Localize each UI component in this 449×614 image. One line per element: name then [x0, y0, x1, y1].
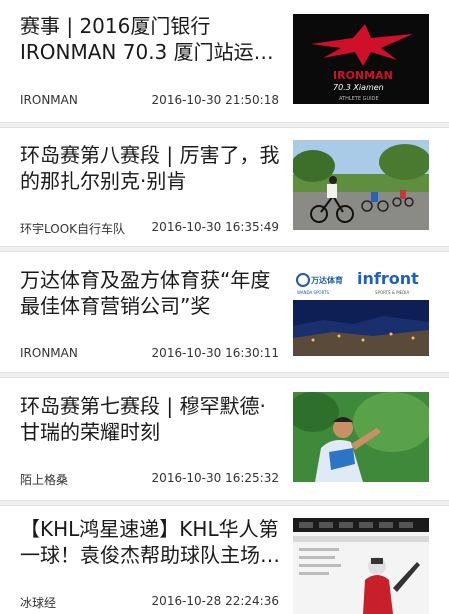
- thumb-text: 70.3 Xiamen: [333, 83, 384, 92]
- thumb-text: 万达体育: [310, 275, 343, 285]
- thumb-text: WANDA SPORTS: [297, 290, 330, 295]
- article-thumbnail[interactable]: 万达体育 WANDA SPORTS infront SPORTS & MEDIA: [293, 266, 429, 356]
- cyclists-photo-icon: [293, 140, 429, 230]
- thumb-text: ATHLETE GUIDE: [339, 96, 379, 102]
- article-title[interactable]: 【KHL鸿星速递】KHL华人第一球！袁俊杰帮助球队主场…: [20, 516, 282, 568]
- news-feed: 赛事 | 2016厦门银行IRONMAN 70.3 厦门站运动… IRONMAN…: [0, 0, 449, 614]
- article-source: 陌上格桑: [20, 473, 69, 487]
- article-time: 2016-10-30 16:25:32: [151, 471, 279, 485]
- article-thumbnail[interactable]: [293, 140, 429, 230]
- article-item[interactable]: 【KHL鸿星速递】KHL华人第一球！袁俊杰帮助球队主场… 冰球经 2016-10…: [0, 506, 449, 614]
- hockey-player-photo-icon: [293, 518, 429, 614]
- thumb-text: IRONMAN: [333, 69, 393, 82]
- article-time: 2016-10-30 21:50:18: [151, 93, 279, 107]
- article-item[interactable]: 环岛赛第七赛段 | 穆罕默德·甘瑞的荣耀时刻 陌上格桑 2016-10-30 1…: [0, 378, 449, 500]
- article-source: IRONMAN: [20, 346, 78, 360]
- article-item[interactable]: 环岛赛第八赛段 | 厉害了，我的那扎尔别克·别肯 环宇LOOK自行车队 2016…: [0, 128, 449, 246]
- article-item[interactable]: 赛事 | 2016厦门银行IRONMAN 70.3 厦门站运动… IRONMAN…: [0, 0, 449, 122]
- article-title[interactable]: 环岛赛第七赛段 | 穆罕默德·甘瑞的荣耀时刻: [20, 393, 282, 445]
- ironman-logo-icon: IRONMAN 70.3 Xiamen ATHLETE GUIDE: [293, 14, 429, 104]
- article-title[interactable]: 万达体育及盈方体育获“年度最佳体育营销公司”奖: [20, 267, 282, 319]
- thumb-text: infront: [357, 269, 419, 288]
- cyclist-portrait-photo-icon: [293, 392, 429, 482]
- wanda-infront-logos-icon: 万达体育 WANDA SPORTS infront SPORTS & MEDIA: [293, 266, 429, 356]
- article-time: 2016-10-28 22:24:36: [151, 594, 279, 608]
- article-item[interactable]: 万达体育及盈方体育获“年度最佳体育营销公司”奖 IRONMAN 2016-10-…: [0, 252, 449, 372]
- article-thumbnail[interactable]: [293, 518, 429, 614]
- article-thumbnail[interactable]: [293, 392, 429, 482]
- article-title[interactable]: 环岛赛第八赛段 | 厉害了，我的那扎尔别克·别肯: [20, 142, 282, 194]
- thumb-text: SPORTS & MEDIA: [375, 290, 409, 295]
- article-thumbnail[interactable]: IRONMAN 70.3 Xiamen ATHLETE GUIDE: [293, 14, 429, 104]
- article-time: 2016-10-30 16:35:49: [151, 220, 279, 234]
- article-title[interactable]: 赛事 | 2016厦门银行IRONMAN 70.3 厦门站运动…: [20, 13, 282, 65]
- article-time: 2016-10-30 16:30:11: [151, 346, 279, 360]
- article-source: 环宇LOOK自行车队: [20, 222, 126, 236]
- article-source: IRONMAN: [20, 93, 78, 107]
- article-source: 冰球经: [20, 596, 57, 610]
